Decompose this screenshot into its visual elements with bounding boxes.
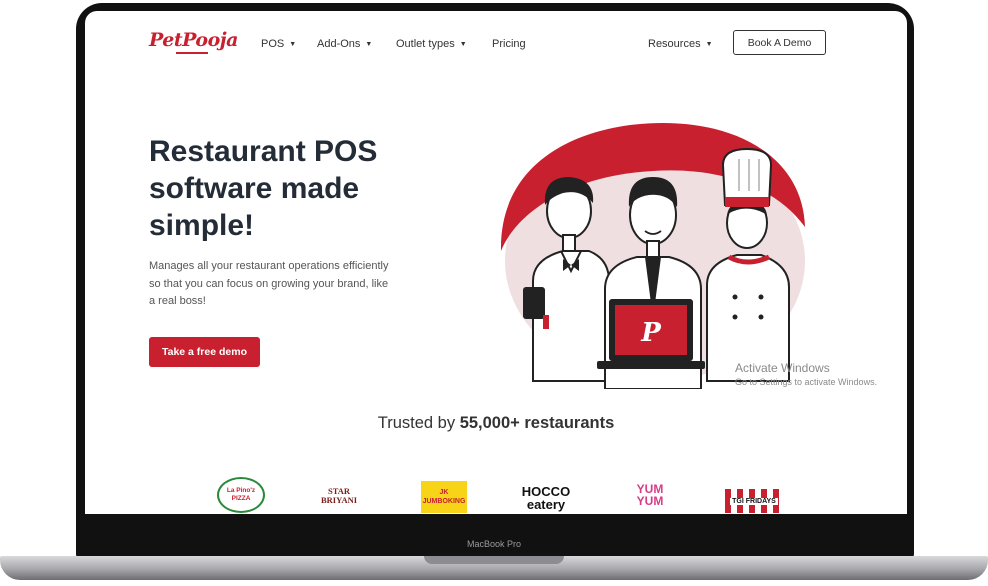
laptop-logo-letter: P xyxy=(640,318,662,348)
chevron-down-icon: ▼ xyxy=(459,41,467,48)
chevron-down-icon: ▼ xyxy=(289,41,297,48)
brand-logo-lapinoz: La Pino'z PIZZA xyxy=(217,477,265,513)
hero-illustration: P xyxy=(500,123,805,389)
nav-addons-label: Add-Ons xyxy=(317,38,361,50)
take-free-demo-button[interactable]: Take a free demo xyxy=(149,337,260,367)
nav-outlet-label: Outlet types xyxy=(396,38,455,50)
watermark-line2: Go to Settings to activate Windows. xyxy=(735,377,878,387)
jumboking-text: JK JUMBOKING xyxy=(421,481,467,513)
hero-description: Manages all your restaurant operations e… xyxy=(149,260,389,307)
hocco-text: HOCCO eatery xyxy=(521,484,571,512)
lapinoz-text: La Pino'z PIZZA xyxy=(217,477,265,513)
fridays-stripes: TGI FRIDAYS xyxy=(725,489,783,513)
browser-screen: PetPooja POS ▼ Add-Ons ▼ Outlet types ▼ Pri… xyxy=(85,11,907,514)
chevron-down-icon: ▼ xyxy=(365,41,373,48)
nav-item-addons[interactable]: Add-Ons ▼ xyxy=(317,38,372,50)
brand-logo-tgi-fridays: TGI FRIDAYS xyxy=(725,489,783,513)
hero-title: Restaurant POS software made simple! xyxy=(149,135,378,242)
brand-logo-yumyum: YUM YUM xyxy=(630,483,670,507)
brand-logo-star-briyani: STAR BRIYANI xyxy=(321,487,357,505)
laptop-notch xyxy=(424,556,564,564)
trusted-count: 55,000+ restaurants xyxy=(459,414,615,432)
watermark-line1: Activate Windows xyxy=(735,361,830,375)
trusted-prefix: Trusted by xyxy=(377,414,456,432)
logo-underline xyxy=(176,52,208,54)
brand-logo-jumboking: JK JUMBOKING xyxy=(421,481,467,513)
brand-logo-hocco: HOCCO eatery xyxy=(515,485,577,511)
yumyum-text: YUM YUM xyxy=(636,482,664,508)
petpooja-logo[interactable]: PetPooja xyxy=(149,29,238,51)
fridays-text: TGI FRIDAYS xyxy=(730,497,778,505)
nav-item-pos[interactable]: POS ▼ xyxy=(261,38,296,50)
book-demo-button[interactable]: Book A Demo xyxy=(733,30,826,55)
star-briyani-text: STAR BRIYANI xyxy=(321,486,358,505)
chevron-down-icon: ▼ xyxy=(705,41,713,48)
activate-windows-watermark: Activate Windows Go to Settings to activ… xyxy=(735,361,877,387)
device-label: MacBook Pro xyxy=(466,539,522,549)
trusted-by-heading: Trusted by 55,000+ restaurants xyxy=(85,414,907,433)
nav-resources-label: Resources xyxy=(648,38,701,50)
nav-item-pricing[interactable]: Pricing xyxy=(492,38,526,50)
nav-item-outlet-types[interactable]: Outlet types ▼ xyxy=(396,38,467,50)
nav-pos-label: POS xyxy=(261,38,285,50)
nav-pricing-label: Pricing xyxy=(492,38,526,50)
nav-item-resources[interactable]: Resources ▼ xyxy=(648,38,713,50)
